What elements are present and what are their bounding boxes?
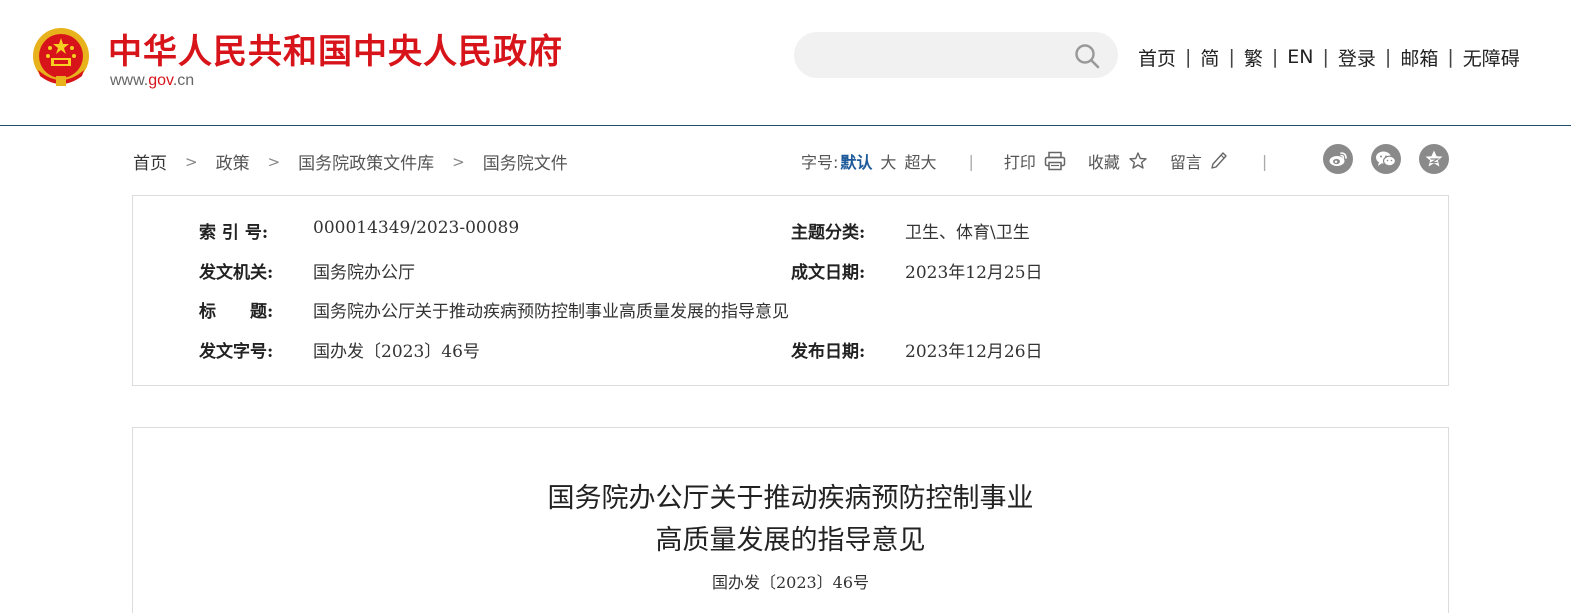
printer-icon [1044,151,1066,171]
breadcrumb: 首页 > 政策 > 国务院政策文件库 > 国务院文件 [133,149,568,175]
domain-suffix: .cn [172,72,195,89]
nav-home[interactable]: 首页 [1138,44,1176,71]
nav-traditional[interactable]: 繁 [1244,44,1263,71]
breadcrumb-state-council-docs[interactable]: 国务院文件 [483,149,568,174]
star-icon [1129,152,1147,169]
nav-separator: | [1384,46,1392,68]
comment-label: 留言 [1169,153,1202,172]
breadcrumb-separator: > [267,152,281,171]
share-weibo-button[interactable] [1323,144,1353,174]
index-number-value: 000014349/2023-00089 [313,218,520,238]
share-bar [1323,144,1467,174]
nav-separator: | [1322,46,1329,68]
breadcrumb-home[interactable]: 首页 [133,149,167,174]
title-value: 国务院办公厅关于推动疾病预防控制事业高质量发展的指导意见 [313,302,789,322]
site-domain: www.gov.cn [110,72,194,90]
document-info-box: 索 引 号: 000014349/2023-00089 主题分类: 卫生、体育\… [132,195,1449,386]
comment-button[interactable]: 留言 [1170,149,1228,173]
share-wechat-button[interactable] [1371,144,1401,174]
site-header: 中华人民共和国中央人民政府 www.gov.cn 首页 | 简 | 繁 | EN… [0,0,1571,126]
page-toolbar: 首页 > 政策 > 国务院政策文件库 > 国务院文件 字号: 默认 大 超大 |… [133,140,1449,180]
breadcrumb-policy[interactable]: 政策 [216,149,250,174]
tools-separator: | [968,151,974,171]
article-document-number: 国办发〔2023〕46号 [711,573,870,592]
document-number-label: 发文字号: [199,342,274,362]
wechat-icon [1376,151,1397,167]
index-number-label: 索 引 号: [199,223,269,243]
article-tools: 字号: 默认 大 超大 | 打印 收藏 留言 | [801,149,1267,173]
topic-category-value: 卫生、体育\卫生 [905,223,1030,243]
site-title[interactable]: 中华人民共和国中央人民政府 [108,24,563,73]
info-row: 发文字号: 国办发〔2023〕46号 发布日期: 2023年12月26日 [133,337,1448,365]
favorite-button[interactable]: 收藏 [1088,149,1148,173]
nav-login[interactable]: 登录 [1338,44,1376,71]
breadcrumb-separator: > [452,152,465,171]
font-size-large[interactable]: 大 [880,149,896,173]
print-label: 打印 [1003,153,1036,172]
breadcrumb-separator: > [185,152,198,171]
nav-separator: | [1185,46,1192,68]
share-qzone-button[interactable] [1419,144,1449,174]
domain-prefix: www. [110,72,149,89]
info-row: 标 题: 国务院办公厅关于推动疾病预防控制事业高质量发展的指导意见 [133,297,1448,325]
publish-date-value: 2023年12月26日 [905,342,1043,362]
pencil-icon [1211,152,1227,169]
search-input[interactable] [812,32,1062,78]
issuing-authority-value: 国务院办公厅 [313,263,415,283]
search-box [794,32,1118,78]
search-icon[interactable] [1074,43,1100,69]
article-title-line-1: 国务院办公厅关于推动疾病预防控制事业 [547,483,1034,514]
nav-simplified[interactable]: 简 [1200,44,1219,71]
nav-separator: | [1271,46,1279,68]
article-body: 国务院办公厅关于推动疾病预防控制事业 高质量发展的指导意见 国办发〔2023〕4… [132,427,1449,613]
topic-category-label: 主题分类: [791,223,866,243]
written-date-value: 2023年12月25日 [905,263,1043,283]
document-number-value: 国办发〔2023〕46号 [313,342,480,362]
title-label: 标 题: [199,302,274,322]
qzone-icon [1425,150,1443,167]
font-size-default[interactable]: 默认 [840,149,872,173]
nav-mailbox[interactable]: 邮箱 [1400,44,1438,71]
weibo-icon [1329,152,1347,166]
domain-mid: gov [148,72,173,89]
nav-accessibility[interactable]: 无障碍 [1463,44,1520,71]
issuing-authority-label: 发文机关: [199,263,274,283]
breadcrumb-policy-library[interactable]: 国务院政策文件库 [298,149,434,174]
font-size-extra-large[interactable]: 超大 [904,149,936,173]
favorite-label: 收藏 [1087,153,1120,172]
tools-separator: | [1261,151,1268,171]
national-emblem-icon[interactable] [30,26,92,90]
nav-separator: | [1447,46,1454,68]
top-nav: 首页 | 简 | 繁 | EN | 登录 | 邮箱 | 无障碍 [1138,44,1520,70]
nav-separator: | [1228,46,1235,68]
written-date-label: 成文日期: [791,263,866,283]
print-button[interactable]: 打印 [1004,149,1066,173]
article-title-line-2: 高质量发展的指导意见 [655,525,926,556]
publish-date-label: 发布日期: [791,342,866,362]
info-row: 索 引 号: 000014349/2023-00089 主题分类: 卫生、体育\… [133,218,1448,246]
nav-english[interactable]: EN [1287,46,1313,68]
font-size-label: 字号: [801,153,839,172]
info-row: 发文机关: 国务院办公厅 成文日期: 2023年12月25日 [133,258,1448,286]
